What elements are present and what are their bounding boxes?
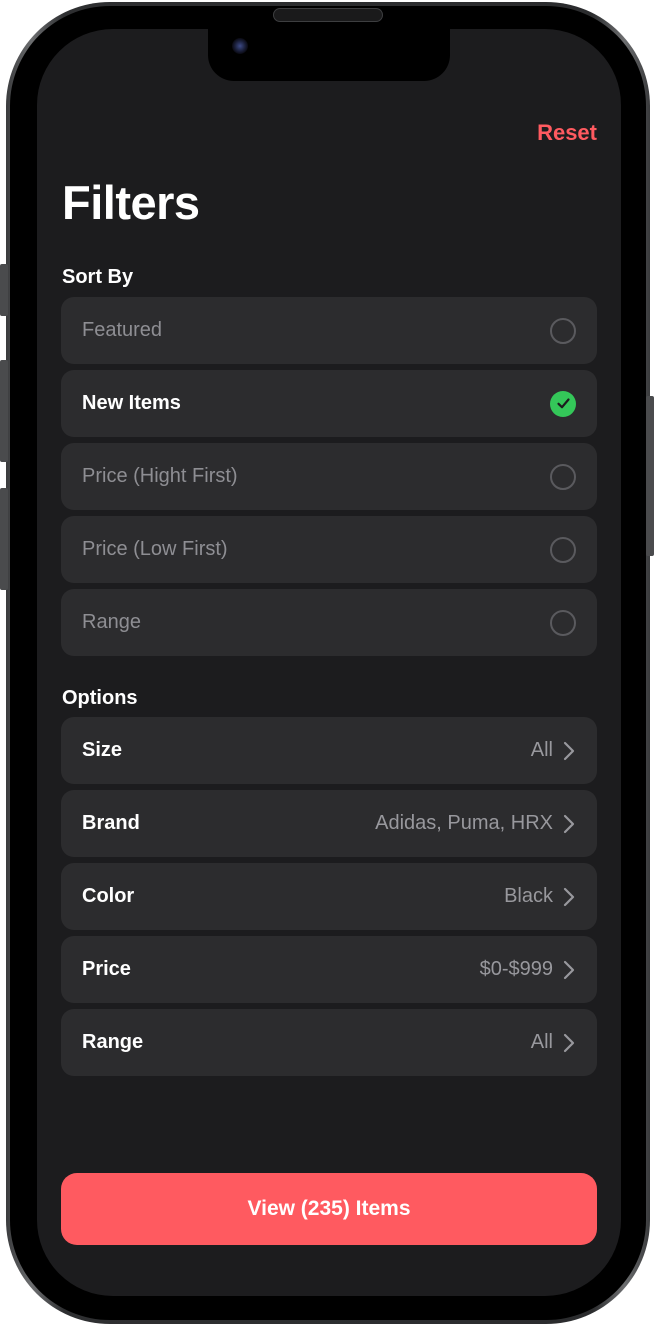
option-value: Adidas, Puma, HRX — [375, 812, 553, 834]
option-color[interactable]: Color Black — [61, 863, 597, 930]
filter-options-list: Size All Brand Adidas, Puma, HRX Color B… — [61, 717, 597, 1082]
option-price[interactable]: Price $0-$999 — [61, 936, 597, 1003]
empty-circle-icon — [550, 317, 576, 344]
option-label: Size — [82, 739, 123, 761]
sort-option-price-low-first[interactable]: Price (Low First) — [61, 516, 597, 583]
option-value: Black — [504, 885, 553, 907]
speaker-grille — [273, 8, 383, 22]
volume-down-button — [0, 488, 8, 590]
option-value-wrap: $0-$999 — [480, 958, 576, 981]
notch — [208, 29, 450, 81]
chevron-right-icon — [562, 813, 576, 835]
options-heading: Options — [62, 687, 138, 709]
option-value-wrap: All — [531, 739, 576, 762]
power-button — [646, 396, 654, 556]
sort-option-label: Featured — [82, 319, 163, 341]
option-value-wrap: Adidas, Puma, HRX — [375, 812, 576, 835]
option-size[interactable]: Size All — [61, 717, 597, 784]
sort-option-featured[interactable]: Featured — [61, 297, 597, 364]
option-value-wrap: Black — [504, 885, 576, 908]
sort-options-list: Featured New Items Price (Hight First) P… — [61, 297, 597, 662]
sort-option-label: New Items — [82, 392, 181, 414]
chevron-right-icon — [562, 740, 576, 762]
option-label: Range — [82, 1031, 144, 1053]
sort-option-label: Price (Low First) — [82, 538, 228, 560]
reset-button[interactable]: Reset — [537, 120, 597, 146]
empty-circle-icon — [550, 463, 576, 490]
sort-option-new-items[interactable]: New Items — [61, 370, 597, 437]
volume-up-button — [0, 360, 8, 462]
view-items-button[interactable]: View (235) Items — [61, 1173, 597, 1245]
option-value: All — [530, 739, 553, 761]
option-range[interactable]: Range All — [61, 1009, 597, 1076]
option-brand[interactable]: Brand Adidas, Puma, HRX — [61, 790, 597, 857]
chevron-right-icon — [562, 1032, 576, 1054]
empty-circle-icon — [550, 536, 576, 563]
page-title: Filters — [62, 176, 200, 229]
sort-option-label: Range — [82, 611, 141, 633]
option-label: Brand — [82, 812, 140, 834]
checkmark-circle-icon — [550, 390, 576, 417]
option-value-wrap: All — [531, 1031, 576, 1054]
checkmark-icon — [556, 398, 570, 409]
silent-switch — [0, 264, 8, 316]
option-label: Price — [82, 958, 131, 980]
front-camera-icon — [232, 38, 248, 54]
sort-option-range[interactable]: Range — [61, 589, 597, 656]
chevron-right-icon — [562, 886, 576, 908]
option-value: All — [530, 1031, 553, 1053]
chevron-right-icon — [562, 959, 576, 981]
screen: Reset Filters Sort By Featured New Items… — [37, 29, 621, 1296]
option-label: Color — [82, 885, 135, 907]
empty-circle-icon — [550, 609, 576, 636]
option-value: $0-$999 — [479, 958, 553, 980]
sort-by-heading: Sort By — [62, 266, 134, 288]
sort-option-label: Price (Hight First) — [82, 465, 238, 487]
sort-option-price-high-first[interactable]: Price (Hight First) — [61, 443, 597, 510]
